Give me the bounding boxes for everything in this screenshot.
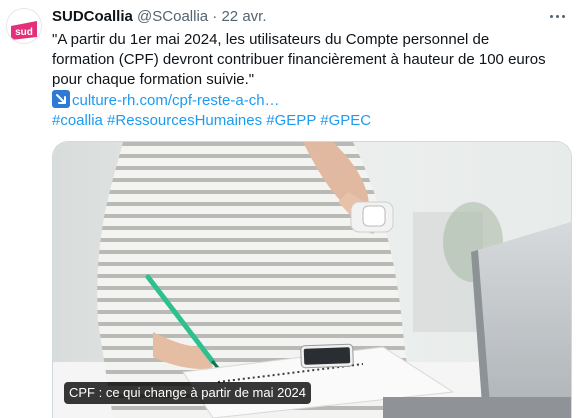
media-caption: CPF : ce qui change à partir de mai 2024 xyxy=(64,382,312,404)
sud-logo: sud xyxy=(7,9,41,43)
avatar[interactable]: sud xyxy=(6,8,42,44)
more-horizontal-icon xyxy=(549,14,553,18)
author-handle[interactable]: @SCoallia xyxy=(137,8,208,25)
hashtag-coallia[interactable]: #coallia xyxy=(52,112,103,129)
author-name[interactable]: SUDCoallia xyxy=(52,8,133,25)
hashtag-gepp[interactable]: #GEPP xyxy=(266,112,316,129)
media-card[interactable]: CPF : ce qui change à partir de mai 2024 xyxy=(52,141,572,418)
hashtag-gpec[interactable]: #GPEC xyxy=(320,112,371,129)
hashtags: #coallia #RessourcesHumaines #GEPP #GPEC xyxy=(52,111,567,131)
article-image xyxy=(53,142,571,418)
separator-dot: · xyxy=(212,8,218,25)
tweet-link[interactable]: culture-rh.com/cpf-reste-a-ch… xyxy=(72,92,280,109)
tweet-text: "A partir du 1er mai 2024, les utilisate… xyxy=(52,30,567,131)
hashtag-ressourceshumaines[interactable]: #RessourcesHumaines xyxy=(107,112,262,129)
tweet-timestamp[interactable]: 22 avr. xyxy=(221,8,266,25)
tweet-link-line: culture-rh.com/cpf-reste-a-ch… xyxy=(52,90,567,111)
tweet-header: SUDCoallia @SCoallia · 22 avr. xyxy=(52,7,565,27)
arrow-down-right-icon xyxy=(52,90,70,108)
svg-text:sud: sud xyxy=(15,27,33,38)
tweet[interactable]: sud SUDCoallia @SCoallia · 22 avr. "A pa… xyxy=(0,0,581,418)
tweet-text-line: formation (CPF) devront contribuer finan… xyxy=(52,51,546,68)
more-options-button[interactable] xyxy=(545,6,569,26)
tweet-text-line: pour chaque formation suivie." xyxy=(52,71,255,88)
tweet-text-line: "A partir du 1er mai 2024, les utilisate… xyxy=(52,31,490,48)
